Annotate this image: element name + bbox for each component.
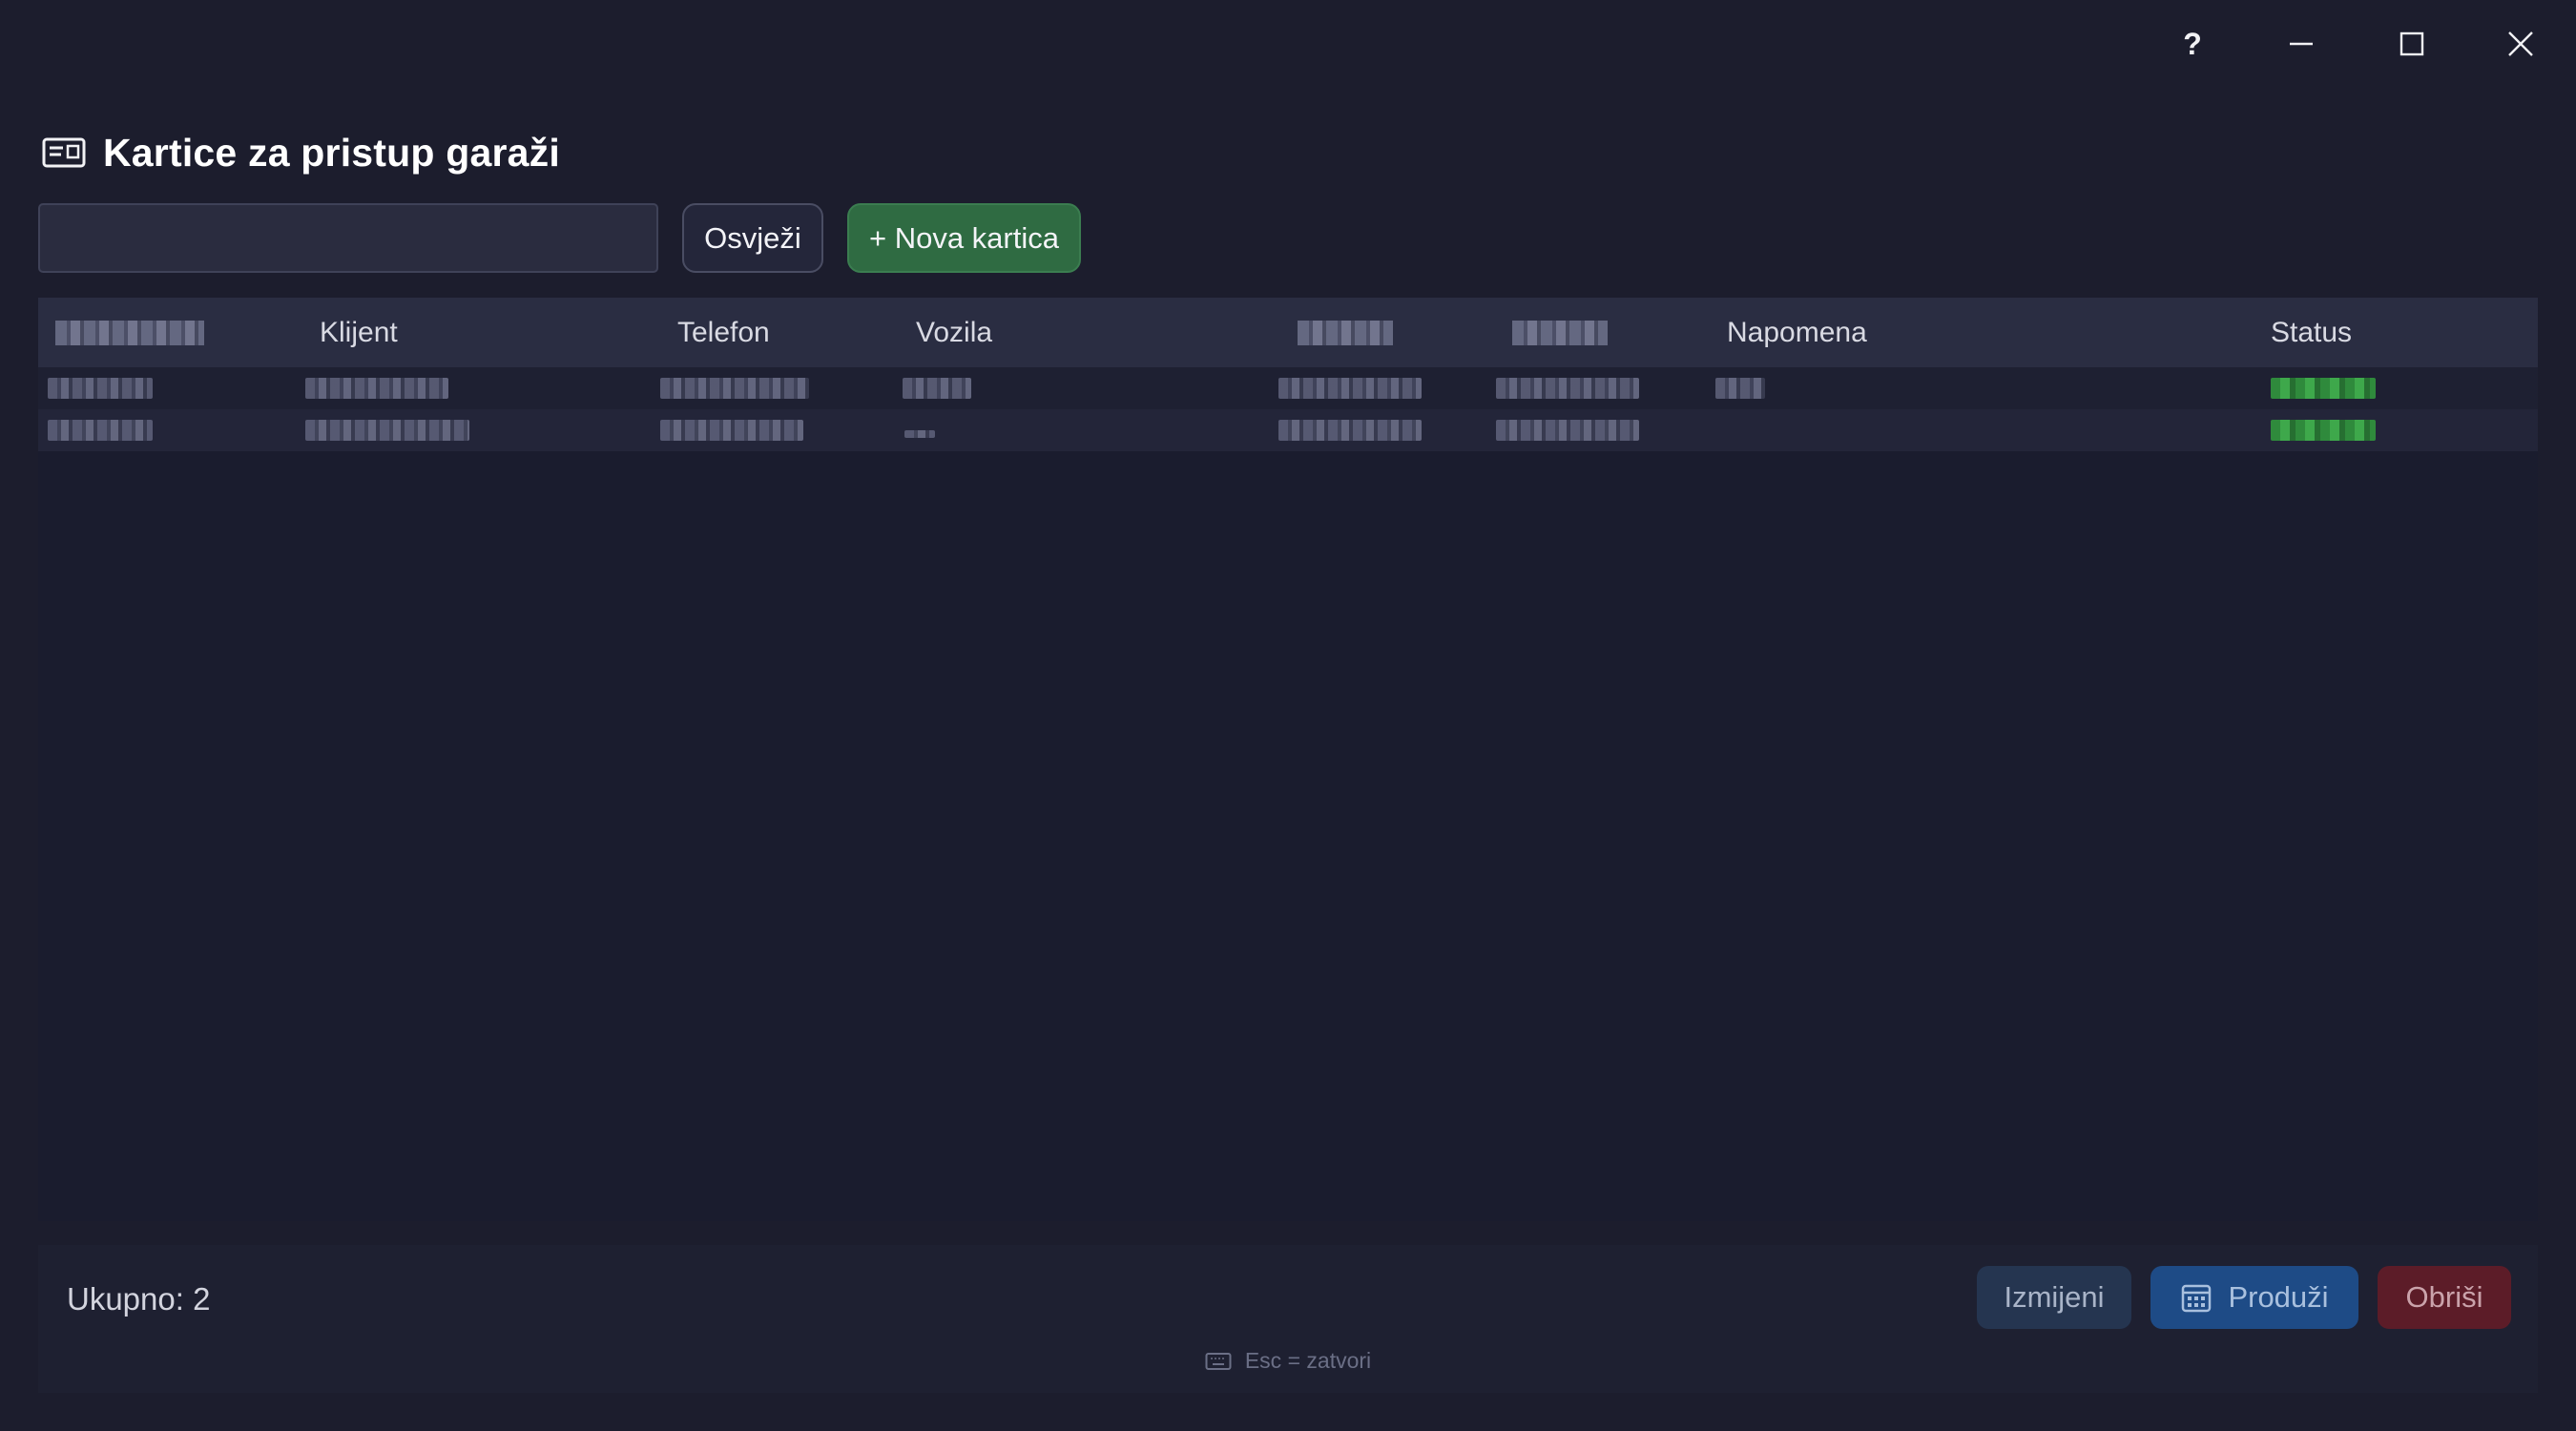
page-title: Kartice za pristup garaži: [103, 130, 560, 175]
column-header-phone[interactable]: Telefon: [677, 298, 770, 367]
column-header-valid-from[interactable]: [1298, 298, 1393, 367]
valid-from-cell: [1278, 378, 1422, 399]
help-button[interactable]: ?: [2149, 11, 2236, 76]
column-header-valid-to[interactable]: [1512, 298, 1608, 367]
maximize-icon: [2399, 31, 2424, 56]
delete-button[interactable]: Obriši: [2378, 1266, 2511, 1329]
vehicles-cell: [904, 430, 935, 438]
search-input[interactable]: [38, 203, 658, 273]
note-cell: [1715, 378, 1765, 399]
status-badge: [2271, 378, 2376, 399]
help-icon: ?: [2183, 26, 2202, 61]
close-button[interactable]: [2477, 11, 2565, 76]
minimize-icon: [2290, 42, 2313, 46]
client-cell: [305, 420, 469, 441]
valid-to-cell: [1496, 378, 1639, 399]
column-header-note[interactable]: Napomena: [1727, 298, 1867, 367]
column-header-status[interactable]: Status: [2271, 298, 2352, 367]
phone-cell: [660, 420, 803, 441]
edit-button-label: Izmijeni: [2004, 1280, 2105, 1314]
footer-bar: Ukupno: 2 Izmijeni Produži Obriši Esc = …: [38, 1245, 2538, 1393]
table-row[interactable]: [38, 409, 2538, 451]
column-header-card-number[interactable]: [55, 298, 204, 367]
edit-button[interactable]: Izmijeni: [1977, 1266, 2131, 1329]
vehicles-cell: [903, 378, 971, 399]
valid-from-cell: [1278, 420, 1422, 441]
column-header-client[interactable]: Klijent: [320, 298, 398, 367]
card-icon: [42, 137, 86, 168]
total-count: Ukupno: 2: [67, 1281, 211, 1317]
valid-to-cell: [1496, 420, 1639, 441]
redacted-text: [55, 320, 204, 345]
new-card-button[interactable]: + Nova kartica: [847, 203, 1081, 273]
page-heading: Kartice za pristup garaži: [42, 124, 560, 181]
minimize-button[interactable]: [2257, 11, 2345, 76]
keyboard-hint-text: Esc = zatvori: [1244, 1348, 1372, 1373]
redacted-text: [1298, 320, 1393, 345]
redacted-text: [1512, 320, 1608, 345]
extend-button[interactable]: Produži: [2150, 1266, 2358, 1329]
column-header-vehicles[interactable]: Vozila: [916, 298, 992, 367]
phone-cell: [660, 378, 809, 399]
refresh-button[interactable]: Osvježi: [682, 203, 823, 273]
delete-button-label: Obriši: [2405, 1280, 2483, 1314]
table-header: Klijent Telefon Vozila Napomena Status: [38, 298, 2538, 367]
card-number-cell: [48, 420, 153, 441]
card-number-cell: [48, 378, 153, 399]
keyboard-hint: Esc = zatvori: [38, 1348, 2538, 1374]
close-icon: [2508, 31, 2533, 56]
table-row[interactable]: [38, 367, 2538, 409]
status-badge: [2271, 420, 2376, 441]
extend-button-label: Produži: [2228, 1280, 2329, 1314]
calendar-icon: [2182, 1284, 2212, 1313]
cards-table: Klijent Telefon Vozila Napomena Status: [38, 298, 2538, 1221]
keyboard-icon: [1205, 1352, 1232, 1370]
client-cell: [305, 378, 448, 399]
maximize-button[interactable]: [2368, 11, 2456, 76]
garage-cards-window: ? Kartice za pristup garaži Osvježi + No…: [0, 0, 2576, 1431]
